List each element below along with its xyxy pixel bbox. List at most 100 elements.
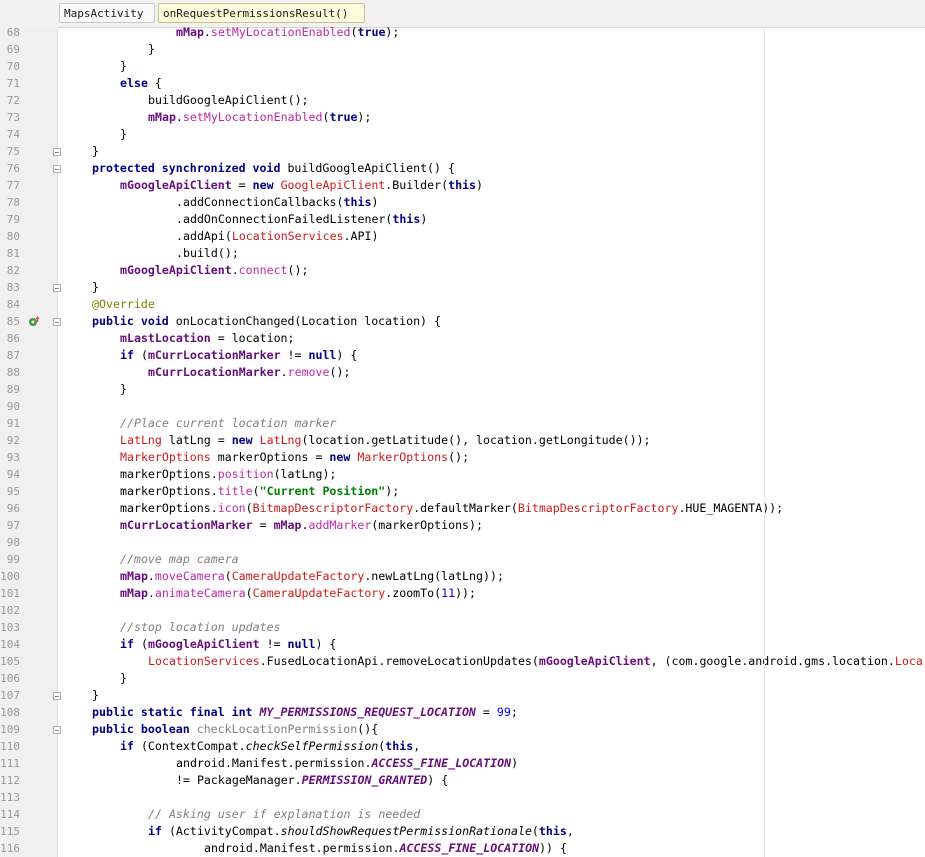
- code-line[interactable]: public static final int MY_PERMISSIONS_R…: [92, 704, 518, 721]
- code-line[interactable]: mCurrLocationMarker.remove();: [148, 364, 350, 381]
- code-line[interactable]: .addConnectionCallbacks(this): [176, 194, 378, 211]
- line-number[interactable]: 75: [0, 143, 20, 160]
- line-number[interactable]: 77: [0, 177, 20, 194]
- code-line[interactable]: LatLng latLng = new LatLng(location.getL…: [120, 432, 651, 449]
- line-number[interactable]: 87: [0, 347, 20, 364]
- line-number[interactable]: 86: [0, 330, 20, 347]
- line-number[interactable]: 104: [0, 636, 20, 653]
- breadcrumb-class[interactable]: MapsActivity: [59, 3, 155, 23]
- line-number[interactable]: 101: [0, 585, 20, 602]
- code-line[interactable]: //Place current location marker: [120, 415, 336, 432]
- code-line[interactable]: mGoogleApiClient.connect();: [120, 262, 309, 279]
- line-number[interactable]: 79: [0, 211, 20, 228]
- line-number[interactable]: 90: [0, 398, 20, 415]
- line-number[interactable]: 94: [0, 466, 20, 483]
- line-number[interactable]: 84: [0, 296, 20, 313]
- line-number[interactable]: 85: [0, 313, 20, 330]
- line-number[interactable]: 103: [0, 619, 20, 636]
- code-line[interactable]: buildGoogleApiClient();: [148, 92, 309, 109]
- line-number[interactable]: 80: [0, 228, 20, 245]
- line-number-gutter[interactable]: 68 69 70 71 72 73 74 75 76 77 78 79 80 81 82 83 84 85 86 87…: [0, 24, 61, 857]
- code-line[interactable]: else {: [120, 75, 162, 92]
- breadcrumb-method[interactable]: onRequestPermissionsResult(): [158, 3, 365, 23]
- code-line[interactable]: mLastLocation = location;: [120, 330, 295, 347]
- line-number[interactable]: 91: [0, 415, 20, 432]
- line-number[interactable]: 105: [0, 653, 20, 670]
- code-line[interactable]: public void onLocationChanged(Location l…: [92, 313, 441, 330]
- line-number[interactable]: 92: [0, 432, 20, 449]
- code-line[interactable]: markerOptions.title("Current Position");: [120, 483, 399, 500]
- line-number[interactable]: 100: [0, 568, 20, 585]
- line-number[interactable]: 111: [0, 755, 20, 772]
- line-number[interactable]: 69: [0, 41, 20, 58]
- line-number[interactable]: 74: [0, 126, 20, 143]
- line-number[interactable]: 102: [0, 602, 20, 619]
- line-number[interactable]: 89: [0, 381, 20, 398]
- line-number[interactable]: 107: [0, 687, 20, 704]
- line-number[interactable]: 76: [0, 160, 20, 177]
- code-line[interactable]: != PackageManager.PERMISSION_GRANTED) {: [176, 772, 448, 789]
- line-number[interactable]: 83: [0, 279, 20, 296]
- code-line[interactable]: mGoogleApiClient = new GoogleApiClient.B…: [120, 177, 483, 194]
- line-number[interactable]: 99: [0, 551, 20, 568]
- line-number[interactable]: 88: [0, 364, 20, 381]
- code-line[interactable]: markerOptions.position(latLng);: [120, 466, 336, 483]
- code-line[interactable]: android.Manifest.permission.ACCESS_FINE_…: [204, 840, 567, 857]
- code-editor[interactable]: mMap.setMyLocationEnabled(true);}} else {…: [58, 27, 925, 857]
- line-number[interactable]: 116: [0, 840, 20, 857]
- line-number[interactable]: 98: [0, 534, 20, 551]
- line-number[interactable]: 97: [0, 517, 20, 534]
- code-line[interactable]: }: [148, 41, 155, 58]
- code-line[interactable]: }: [92, 687, 99, 704]
- code-line[interactable]: mMap.setMyLocationEnabled(true);: [148, 109, 371, 126]
- code-line[interactable]: protected synchronized void buildGoogleA…: [92, 160, 455, 177]
- override-method-icon[interactable]: [28, 315, 40, 327]
- line-number[interactable]: 115: [0, 823, 20, 840]
- line-number[interactable]: 112: [0, 772, 20, 789]
- line-number[interactable]: 106: [0, 670, 20, 687]
- code-line[interactable]: LocationServices.FusedLocationApi.remove…: [148, 653, 923, 670]
- code-line[interactable]: .build();: [176, 245, 239, 262]
- code-line[interactable]: MarkerOptions markerOptions = new Marker…: [120, 449, 469, 466]
- code-line[interactable]: // Asking user if explanation is needed: [148, 806, 420, 823]
- line-number[interactable]: 72: [0, 92, 20, 109]
- line-number[interactable]: 114: [0, 806, 20, 823]
- code-line[interactable]: mMap.moveCamera(CameraUpdateFactory.newL…: [120, 568, 504, 585]
- code-line[interactable]: @Override: [92, 296, 155, 313]
- code-line[interactable]: //stop location updates: [120, 619, 281, 636]
- line-number[interactable]: 109: [0, 721, 20, 738]
- code-line[interactable]: if (mCurrLocationMarker != null) {: [120, 347, 357, 364]
- code-line[interactable]: }: [120, 58, 127, 75]
- line-number[interactable]: 110: [0, 738, 20, 755]
- code-line[interactable]: }: [120, 126, 127, 143]
- code-line[interactable]: markerOptions.icon(BitmapDescriptorFacto…: [120, 500, 783, 517]
- line-number[interactable]: 78: [0, 194, 20, 211]
- code-line[interactable]: }: [92, 279, 99, 296]
- code-line[interactable]: .addApi(LocationServices.API): [176, 228, 378, 245]
- line-number[interactable]: 68: [0, 24, 20, 41]
- code-line[interactable]: if (ContextCompat.checkSelfPermission(th…: [120, 738, 420, 755]
- line-number[interactable]: 73: [0, 109, 20, 126]
- code-line[interactable]: android.Manifest.permission.ACCESS_FINE_…: [176, 755, 518, 772]
- code-token: != PackageManager.: [176, 773, 302, 787]
- code-line[interactable]: mMap.animateCamera(CameraUpdateFactory.z…: [120, 585, 476, 602]
- code-line[interactable]: }: [92, 143, 99, 160]
- code-line[interactable]: if (mGoogleApiClient != null) {: [120, 636, 336, 653]
- code-line[interactable]: }: [120, 670, 127, 687]
- code-line[interactable]: }: [120, 381, 127, 398]
- line-number[interactable]: 70: [0, 58, 20, 75]
- line-number[interactable]: 95: [0, 483, 20, 500]
- code-line[interactable]: //move map camera: [120, 551, 239, 568]
- line-number[interactable]: 96: [0, 500, 20, 517]
- code-line[interactable]: mMap.setMyLocationEnabled(true);: [176, 27, 399, 41]
- line-number[interactable]: 113: [0, 789, 20, 806]
- line-number[interactable]: 108: [0, 704, 20, 721]
- code-line[interactable]: public boolean checkLocationPermission()…: [92, 721, 378, 738]
- line-number[interactable]: 82: [0, 262, 20, 279]
- line-number[interactable]: 81: [0, 245, 20, 262]
- line-number[interactable]: 93: [0, 449, 20, 466]
- code-line[interactable]: .addOnConnectionFailedListener(this): [176, 211, 427, 228]
- code-line[interactable]: if (ActivityCompat.shouldShowRequestPerm…: [148, 823, 574, 840]
- code-line[interactable]: mCurrLocationMarker = mMap.addMarker(mar…: [120, 517, 483, 534]
- line-number[interactable]: 71: [0, 75, 20, 92]
